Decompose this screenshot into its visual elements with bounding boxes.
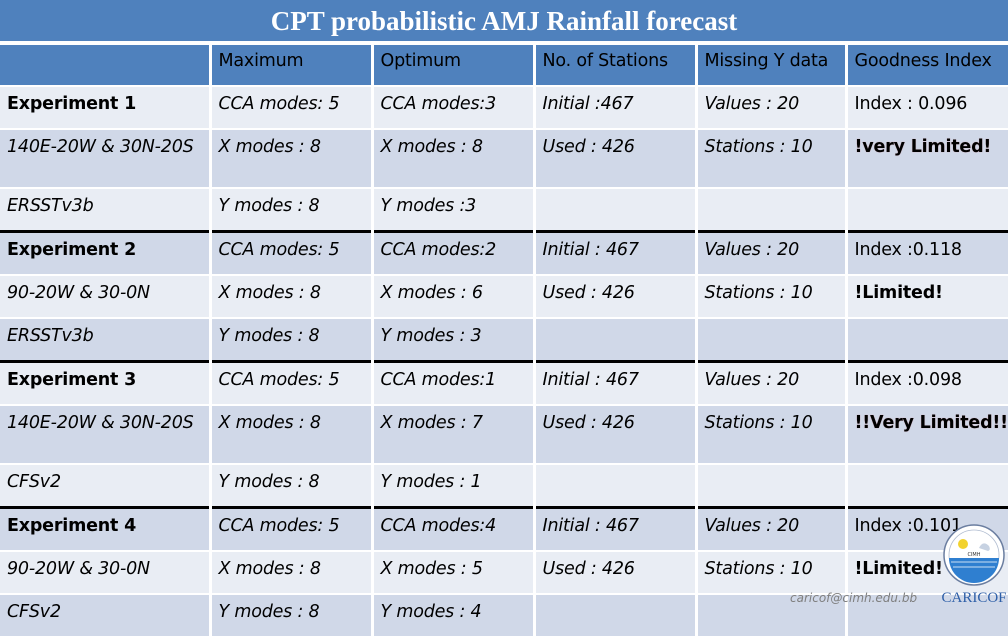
max-x-modes: X modes : 8 xyxy=(208,550,372,594)
experiment-name: Experiment 3 xyxy=(0,360,210,405)
header-maximum: Maximum xyxy=(208,43,372,86)
goodness-index: Index :0.118 xyxy=(844,230,1008,275)
empty-cell xyxy=(694,187,846,232)
opt-x-modes: X modes : 6 xyxy=(370,274,534,318)
header-stations: No. of Stations xyxy=(532,43,696,86)
opt-y-modes: Y modes : 3 xyxy=(370,317,534,362)
goodness-index: Index :0.098 xyxy=(844,360,1008,405)
empty-cell xyxy=(532,463,696,508)
opt-y-modes: Y modes : 4 xyxy=(370,593,534,636)
missing-stations: Stations : 10 xyxy=(694,404,846,464)
svg-text:CIMH: CIMH xyxy=(967,552,980,558)
domain: 90-20W & 30-0N xyxy=(0,274,210,318)
experiment-3-row-title: Experiment 3 CCA modes: 5 CCA modes:1 In… xyxy=(0,360,1008,405)
slide-title: CPT probabilistic AMJ Rainfall forecast xyxy=(0,0,1008,41)
caricof-logo: CIMH CARICOF xyxy=(941,522,1007,612)
max-cca-modes: CCA modes: 5 xyxy=(208,506,372,551)
missing-stations: Stations : 10 xyxy=(694,128,846,188)
dataset: CFSv2 xyxy=(0,463,210,508)
dataset: CFSv2 xyxy=(0,593,210,636)
max-y-modes: Y modes : 8 xyxy=(208,593,372,636)
experiment-2-row-domain: 90-20W & 30-0N X modes : 8 X modes : 6 U… xyxy=(0,274,1008,318)
max-x-modes: X modes : 8 xyxy=(208,404,372,464)
header-missing-y: Missing Y data xyxy=(694,43,846,86)
missing-stations: Stations : 10 xyxy=(694,274,846,318)
experiment-name: Experiment 1 xyxy=(0,85,210,129)
dataset: ERSSTv3b xyxy=(0,187,210,232)
empty-cell xyxy=(532,317,696,362)
empty-cell xyxy=(694,463,846,508)
opt-x-modes: X modes : 7 xyxy=(370,404,534,464)
opt-y-modes: Y modes : 1 xyxy=(370,463,534,508)
cimh-badge-icon: CIMH CARICOF xyxy=(941,524,1007,606)
opt-cca-modes: CCA modes:2 xyxy=(370,230,534,275)
opt-y-modes: Y modes :3 xyxy=(370,187,534,232)
missing-values: Values : 20 xyxy=(694,506,846,551)
opt-cca-modes: CCA modes:3 xyxy=(370,85,534,129)
opt-cca-modes: CCA modes:4 xyxy=(370,506,534,551)
header-optimum: Optimum xyxy=(370,43,534,86)
experiment-1-row-title: Experiment 1 CCA modes: 5 CCA modes:3 In… xyxy=(0,85,1008,129)
opt-x-modes: X modes : 5 xyxy=(370,550,534,594)
empty-cell xyxy=(694,317,846,362)
header-row: Maximum Optimum No. of Stations Missing … xyxy=(0,43,1008,86)
forecast-table: Maximum Optimum No. of Stations Missing … xyxy=(0,43,1008,636)
experiment-name: Experiment 2 xyxy=(0,230,210,275)
experiment-2-row-dataset: ERSSTv3b Y modes : 8 Y modes : 3 xyxy=(0,317,1008,362)
empty-cell xyxy=(532,187,696,232)
max-y-modes: Y modes : 8 xyxy=(208,187,372,232)
max-x-modes: X modes : 8 xyxy=(208,128,372,188)
max-cca-modes: CCA modes: 5 xyxy=(208,230,372,275)
opt-cca-modes: CCA modes:1 xyxy=(370,360,534,405)
empty-cell xyxy=(844,317,1008,362)
missing-values: Values : 20 xyxy=(694,85,846,129)
max-cca-modes: CCA modes: 5 xyxy=(208,360,372,405)
stations-used: Used : 426 xyxy=(532,128,696,188)
skill-rating: !very Limited! xyxy=(844,128,1008,188)
missing-values: Values : 20 xyxy=(694,230,846,275)
stations-used: Used : 426 xyxy=(532,404,696,464)
stations-initial: Initial :467 xyxy=(532,85,696,129)
max-y-modes: Y modes : 8 xyxy=(208,317,372,362)
experiment-1-row-domain: 140E-20W & 30N-20S X modes : 8 X modes :… xyxy=(0,128,1008,188)
header-goodness: Goodness Index xyxy=(844,43,1008,86)
empty-cell xyxy=(844,463,1008,508)
stations-initial: Initial : 467 xyxy=(532,230,696,275)
goodness-index: Index : 0.096 xyxy=(844,85,1008,129)
empty-cell xyxy=(844,187,1008,232)
opt-x-modes: X modes : 8 xyxy=(370,128,534,188)
experiment-1-row-dataset: ERSSTv3b Y modes : 8 Y modes :3 xyxy=(0,187,1008,232)
experiment-4-row-domain: 90-20W & 30-0N X modes : 8 X modes : 5 U… xyxy=(0,550,1008,594)
empty-cell xyxy=(532,593,696,636)
experiment-3-row-domain: 140E-20W & 30N-20S X modes : 8 X modes :… xyxy=(0,404,1008,464)
stations-initial: Initial : 467 xyxy=(532,360,696,405)
skill-rating: !!Very Limited!! xyxy=(844,404,1008,464)
stations-initial: Initial : 467 xyxy=(532,506,696,551)
stations-used: Used : 426 xyxy=(532,274,696,318)
dataset: ERSSTv3b xyxy=(0,317,210,362)
stations-used: Used : 426 xyxy=(532,550,696,594)
max-cca-modes: CCA modes: 5 xyxy=(208,85,372,129)
caricof-wordmark: CARICOF xyxy=(941,590,1006,606)
skill-rating: !Limited! xyxy=(844,274,1008,318)
domain: 140E-20W & 30N-20S xyxy=(0,128,210,188)
experiment-3-row-dataset: CFSv2 Y modes : 8 Y modes : 1 xyxy=(0,463,1008,508)
contact-email: caricof@cimh.edu.bb xyxy=(790,591,918,605)
missing-stations: Stations : 10 xyxy=(694,550,846,594)
max-y-modes: Y modes : 8 xyxy=(208,463,372,508)
missing-values: Values : 20 xyxy=(694,360,846,405)
experiment-4-row-title: Experiment 4 CCA modes: 5 CCA modes:4 In… xyxy=(0,506,1008,551)
experiment-name: Experiment 4 xyxy=(0,506,210,551)
max-x-modes: X modes : 8 xyxy=(208,274,372,318)
experiment-2-row-title: Experiment 2 CCA modes: 5 CCA modes:2 In… xyxy=(0,230,1008,275)
domain: 90-20W & 30-0N xyxy=(0,550,210,594)
domain: 140E-20W & 30N-20S xyxy=(0,404,210,464)
header-blank xyxy=(0,43,210,86)
